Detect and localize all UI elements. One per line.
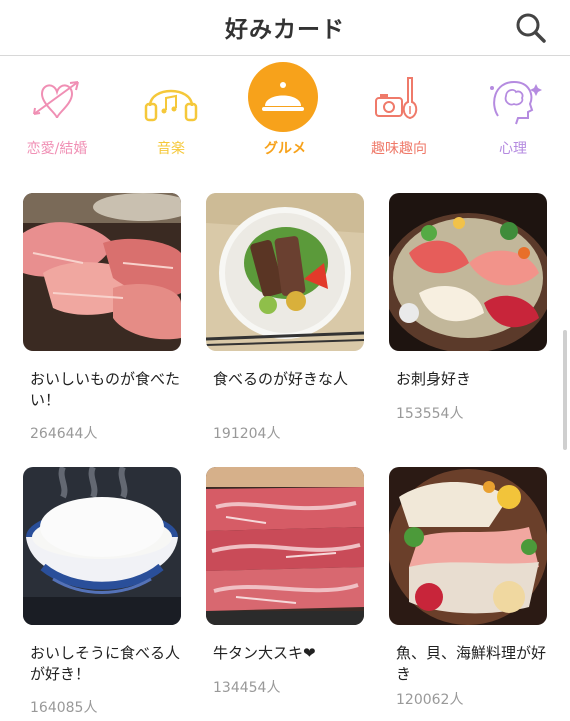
scrollbar[interactable] [563, 330, 567, 450]
category-tabs: 恋愛/結婚 音楽 グルメ 趣味趣向 心理 [0, 60, 570, 172]
search-button[interactable] [512, 9, 550, 47]
tab-label: 趣味趣向 [371, 141, 427, 157]
steak-plate-photo [206, 193, 364, 351]
card-title: 魚、貝、海鮮料理が好き [396, 644, 547, 683]
cloche-icon [262, 82, 304, 111]
tab-hobby[interactable]: 趣味趣向 [342, 60, 456, 172]
heart-arrow-icon [33, 81, 79, 119]
card-count: 134454人 [213, 680, 281, 696]
tab-label: グルメ [264, 141, 306, 157]
sashimi-platter-photo [389, 193, 547, 351]
card-count: 164085人 [30, 700, 98, 716]
tab-romance[interactable]: 恋愛/結婚 [0, 60, 114, 172]
card-count: 191204人 [213, 426, 281, 442]
headphones-icon [144, 89, 198, 122]
rice-bowl-photo [23, 467, 181, 625]
card-title: 牛タン大スキ❤ [213, 644, 316, 662]
card-title: お刺身好き [396, 370, 472, 388]
tab-psychology[interactable]: 心理 [456, 60, 570, 172]
card-count: 153554人 [396, 406, 464, 422]
card-count: 120062人 [396, 692, 464, 708]
top-bar: 好みカード [0, 0, 570, 56]
search-icon [516, 13, 546, 43]
brain-head-icon [490, 80, 542, 125]
camera-guitar-icon [375, 77, 418, 120]
tab-label: 音楽 [157, 141, 185, 157]
card-title: おいしいものが食べたい！ [30, 370, 181, 409]
card-count: 264644人 [30, 426, 98, 442]
card-title: おいしそうに食べる人が好き！ [30, 644, 181, 683]
tab-gourmet[interactable]: グルメ [228, 60, 342, 172]
tab-music[interactable]: 音楽 [114, 60, 228, 172]
raw-tuna-photo [23, 193, 181, 351]
card-title: 食べるのが好きな人 [213, 370, 349, 388]
page-title: 好みカード [225, 17, 345, 43]
beef-tongue-photo [206, 467, 364, 625]
tab-label: 心理 [499, 141, 527, 157]
seafood-platter-photo [389, 467, 547, 625]
tab-label: 恋愛/結婚 [26, 141, 88, 157]
